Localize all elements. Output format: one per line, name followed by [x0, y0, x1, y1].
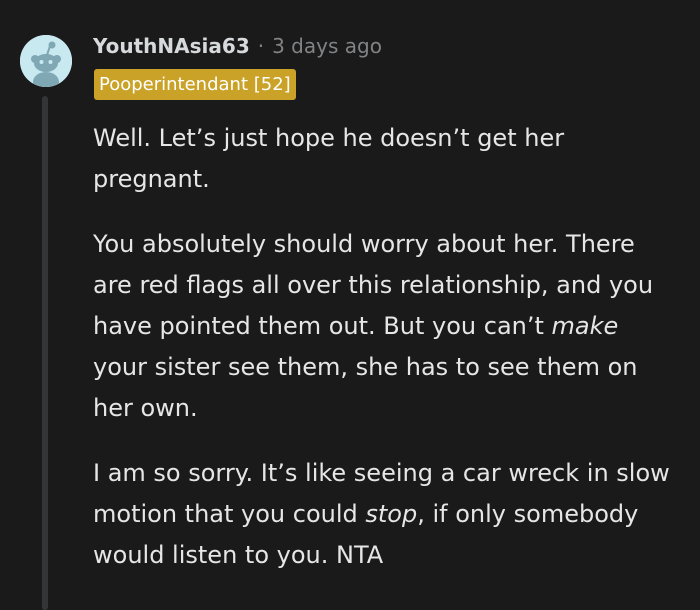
paragraph-text: Well. Let’s just hope he doesn’t get her… [93, 124, 565, 193]
emphasis-text: make [551, 312, 619, 340]
avatar[interactable] [20, 35, 72, 87]
comment-paragraph: You absolutely should worry about her. T… [93, 224, 673, 429]
user-flair: Pooperintendant [52] [94, 69, 296, 100]
comment-body: Well. Let’s just hope he doesn’t get her… [93, 118, 673, 600]
snoo-avatar-icon [20, 35, 72, 87]
emphasis-text: stop [365, 500, 418, 528]
comment-paragraph: I am so sorry. It’s like seeing a car wr… [93, 453, 673, 576]
username-link[interactable]: YouthNAsia63 [93, 34, 250, 58]
timestamp[interactable]: 3 days ago [272, 34, 382, 58]
comment: YouthNAsia63 · 3 days ago Pooperintendan… [0, 0, 700, 610]
paragraph-text: your sister see them, she has to see the… [93, 353, 638, 422]
comment-meta: YouthNAsia63 · 3 days ago [93, 30, 382, 62]
comment-paragraph: Well. Let’s just hope he doesn’t get her… [93, 118, 673, 200]
meta-separator: · [257, 34, 265, 58]
thread-collapse-line[interactable] [42, 96, 48, 610]
